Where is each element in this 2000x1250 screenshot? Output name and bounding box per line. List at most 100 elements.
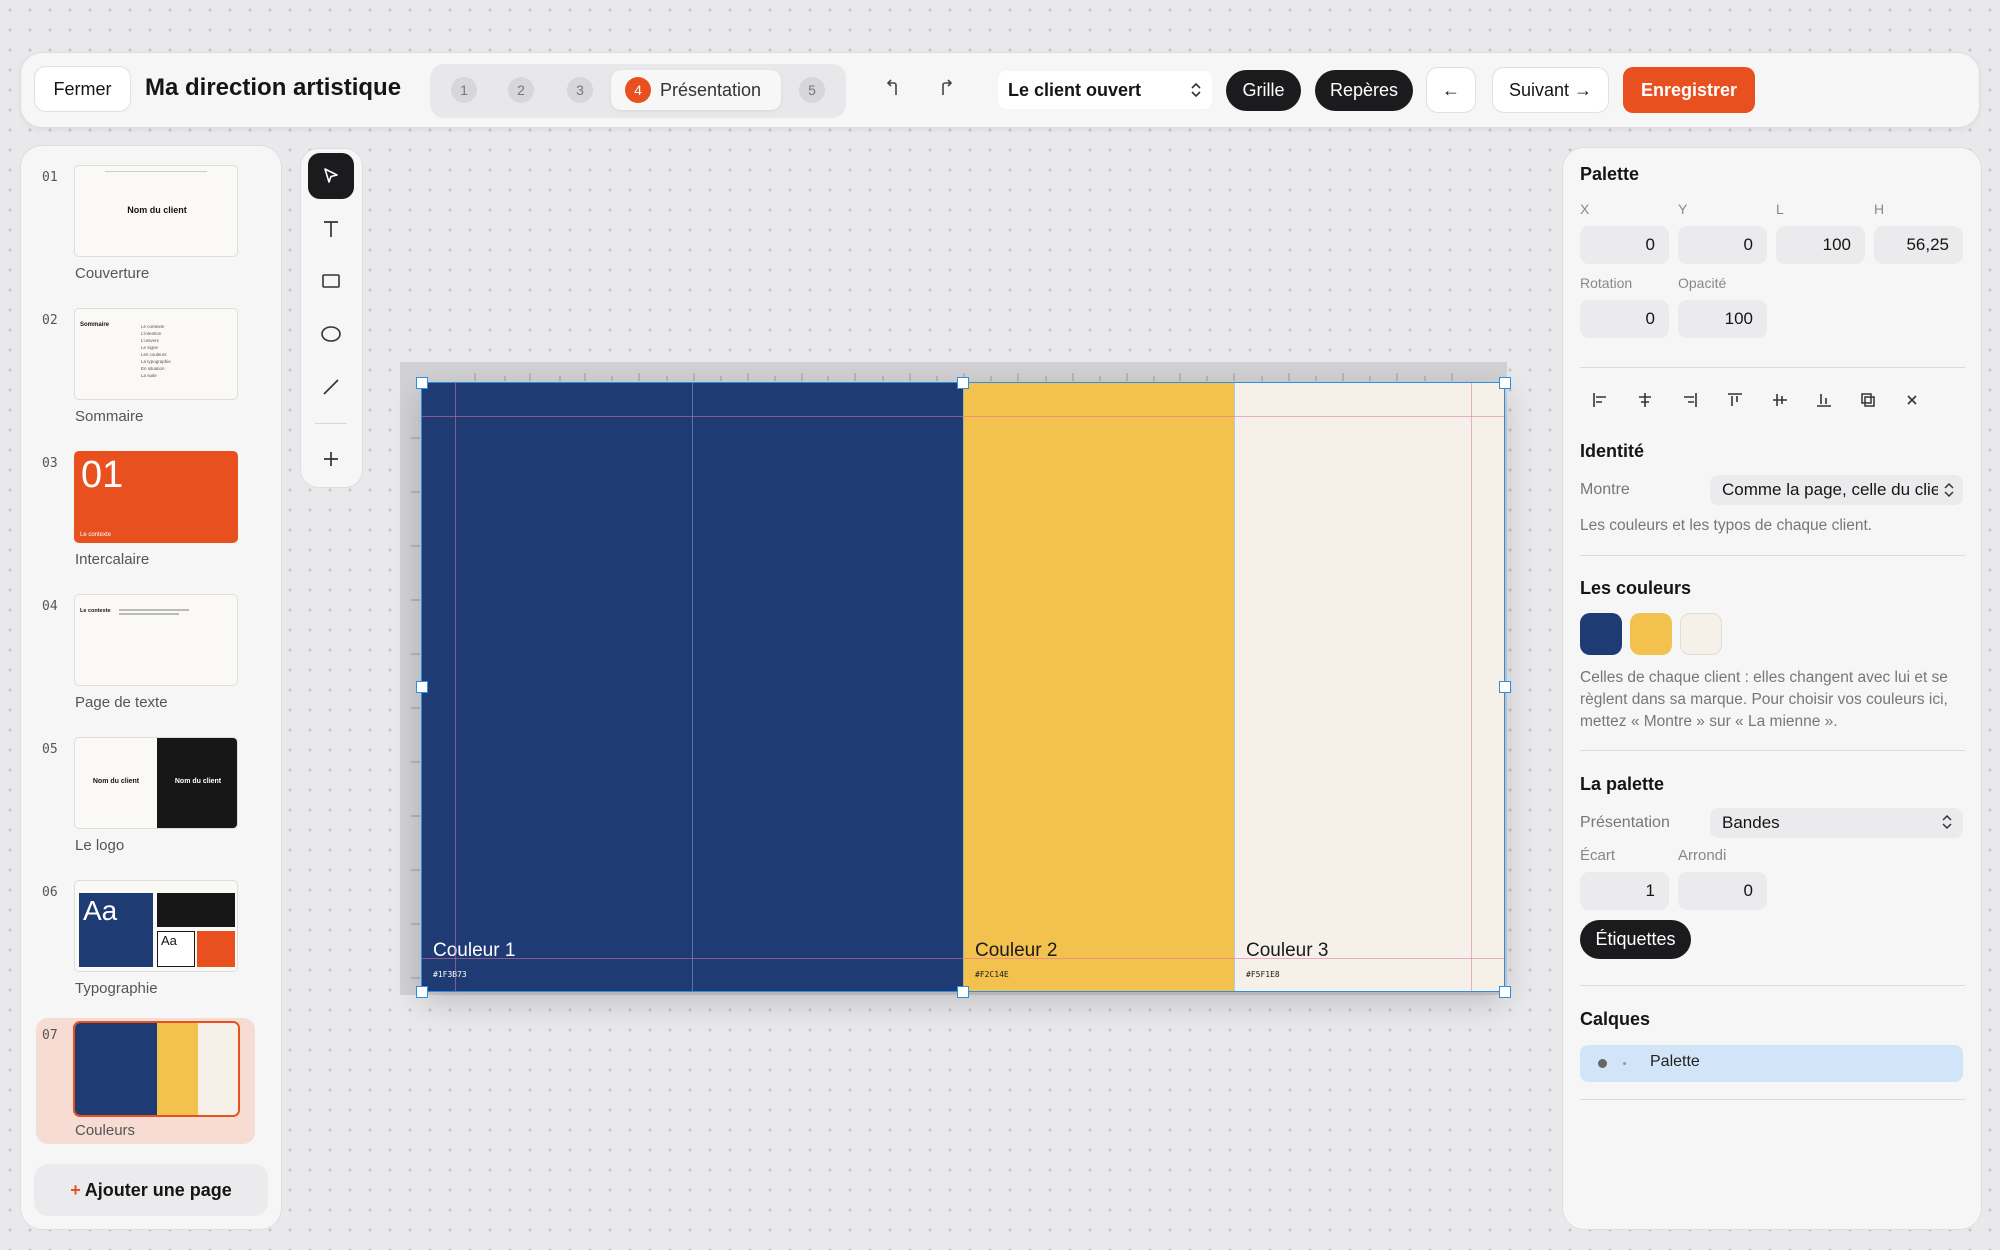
page-number: 05 xyxy=(42,742,58,757)
color-swatch[interactable] xyxy=(1580,613,1622,655)
rectangle-tool-icon[interactable] xyxy=(308,258,354,304)
document-title: Ma direction artistique xyxy=(145,74,402,101)
presentation-label: Présentation xyxy=(1580,814,1670,831)
radius-field[interactable]: 0 xyxy=(1678,872,1767,910)
thumb-title: Nom du client xyxy=(92,778,140,785)
colors-title: Les couleurs xyxy=(1580,578,1692,598)
thumb-rule xyxy=(105,171,207,172)
page-number: 02 xyxy=(42,313,58,328)
next-button[interactable]: Suivant → xyxy=(1492,67,1609,113)
show-select-value: Comme la page, celle du client xyxy=(1722,480,1955,499)
layer-row[interactable]: Palette xyxy=(1580,1045,1963,1082)
resize-handle-w[interactable] xyxy=(416,681,428,693)
color-swatch[interactable] xyxy=(1680,613,1722,655)
delete-icon[interactable] xyxy=(1901,389,1923,411)
thumb-band xyxy=(75,1023,157,1115)
layer-name: Palette xyxy=(1650,1053,1700,1070)
thumb-entries: Le contexte L'intention L'univers Le signe L… xyxy=(141,324,171,378)
x-field[interactable]: 0 xyxy=(1580,226,1669,264)
presentation-select[interactable]: Bandes xyxy=(1710,808,1963,838)
height-field[interactable]: 56,25 xyxy=(1874,226,1963,264)
step-4-label: Présentation xyxy=(660,80,762,100)
align-right-icon[interactable] xyxy=(1679,389,1701,411)
width-field[interactable]: 100 xyxy=(1776,226,1865,264)
palette-slide[interactable]: Couleur 1 #1F3B73 Couleur 2 #F2C14E Coul… xyxy=(421,382,1505,992)
resize-handle-sw[interactable] xyxy=(416,986,428,998)
thumb-sub: Le contexte xyxy=(80,532,112,538)
radius-label: Arrondi xyxy=(1678,847,1727,864)
align-center-h-icon[interactable] xyxy=(1634,389,1656,411)
resize-handle-nw[interactable] xyxy=(416,377,428,389)
thumb-block xyxy=(157,893,235,927)
opacity-field[interactable]: 100 xyxy=(1678,300,1767,338)
page-thumb-colors[interactable] xyxy=(73,1021,240,1117)
presentation-select-value: Bandes xyxy=(1722,813,1780,832)
grid-toggle[interactable]: Grille xyxy=(1226,70,1301,111)
close-button[interactable]: Fermer xyxy=(34,66,131,112)
previous-button[interactable]: ← xyxy=(1426,67,1476,113)
duplicate-icon[interactable] xyxy=(1857,389,1879,411)
page-label: Sommaire xyxy=(75,408,144,425)
page-number: 03 xyxy=(42,456,58,471)
resize-handle-n[interactable] xyxy=(957,377,969,389)
add-page-button[interactable]: + Ajouter une page xyxy=(34,1164,268,1216)
page-thumb-typography[interactable]: Aa Aa xyxy=(74,880,238,972)
gap-field[interactable]: 1 xyxy=(1580,872,1669,910)
page-thumb-logo[interactable]: Nom du client Nom du client xyxy=(74,737,238,829)
resize-handle-s[interactable] xyxy=(957,986,969,998)
align-bottom-icon[interactable] xyxy=(1813,389,1835,411)
page-thumb-cover[interactable]: Nom du client xyxy=(74,165,238,257)
align-left-icon[interactable] xyxy=(1589,389,1611,411)
color-swatch[interactable] xyxy=(1630,613,1672,655)
line-tool-icon[interactable] xyxy=(308,364,354,410)
chevron-updown-icon xyxy=(1938,480,1960,500)
resize-handle-ne[interactable] xyxy=(1499,377,1511,389)
page-label: Couleurs xyxy=(75,1122,136,1139)
guides-toggle[interactable]: Repères xyxy=(1315,70,1413,111)
step-5[interactable]: 5 xyxy=(799,77,825,103)
page-label: Page de texte xyxy=(75,694,168,711)
colors-description: Celles de chaque client : elles changent… xyxy=(1580,669,1948,730)
step-3[interactable]: 3 xyxy=(567,77,593,103)
thumb-block xyxy=(197,931,235,967)
redo-icon[interactable] xyxy=(935,78,957,100)
resize-handle-se[interactable] xyxy=(1499,986,1511,998)
rotation-field[interactable]: 0 xyxy=(1580,300,1669,338)
divider xyxy=(1580,750,1965,751)
align-middle-v-icon[interactable] xyxy=(1769,389,1791,411)
layer-indent-icon xyxy=(1623,1062,1626,1065)
client-select-value: Le client ouvert xyxy=(1008,79,1142,100)
client-select[interactable]: Le client ouvert xyxy=(998,71,1212,109)
step-1[interactable]: 1 xyxy=(451,77,477,103)
page-label: Intercalaire xyxy=(75,551,150,568)
rotation-label: Rotation xyxy=(1580,275,1633,291)
step-2[interactable]: 2 xyxy=(508,77,534,103)
divider xyxy=(1580,1099,1965,1100)
page-label: Typographie xyxy=(75,980,158,997)
page-thumb-divider[interactable]: 01 Le contexte xyxy=(74,451,238,543)
ellipse-tool-icon[interactable] xyxy=(308,311,354,357)
page-thumb-text[interactable]: Le contexte xyxy=(74,594,238,686)
panel-title: Palette xyxy=(1580,164,1640,184)
page-label: Le logo xyxy=(75,837,125,854)
add-tool-icon[interactable] xyxy=(308,436,354,482)
height-label: H xyxy=(1874,201,1885,217)
labels-toggle[interactable]: Étiquettes xyxy=(1580,920,1691,959)
text-tool-icon[interactable] xyxy=(308,206,354,252)
layers-title: Calques xyxy=(1580,1009,1651,1029)
width-label: L xyxy=(1776,201,1784,217)
palette-title: La palette xyxy=(1580,774,1665,794)
undo-icon[interactable] xyxy=(882,78,904,100)
align-top-icon[interactable] xyxy=(1724,389,1746,411)
resize-handle-e[interactable] xyxy=(1499,681,1511,693)
step-4-badge: 4 xyxy=(625,77,651,103)
select-tool-icon[interactable] xyxy=(308,153,354,199)
show-select[interactable]: Comme la page, celle du client xyxy=(1710,475,1963,505)
save-button[interactable]: Enregistrer xyxy=(1623,67,1755,113)
thumb-title: Le contexte xyxy=(80,608,111,614)
thumb-sample: Aa xyxy=(161,933,177,948)
thumb-band xyxy=(198,1023,238,1115)
page-number: 01 xyxy=(42,170,58,185)
y-field[interactable]: 0 xyxy=(1678,226,1767,264)
page-thumb-summary[interactable]: Sommaire Le contexte L'intention L'univers… xyxy=(74,308,238,400)
